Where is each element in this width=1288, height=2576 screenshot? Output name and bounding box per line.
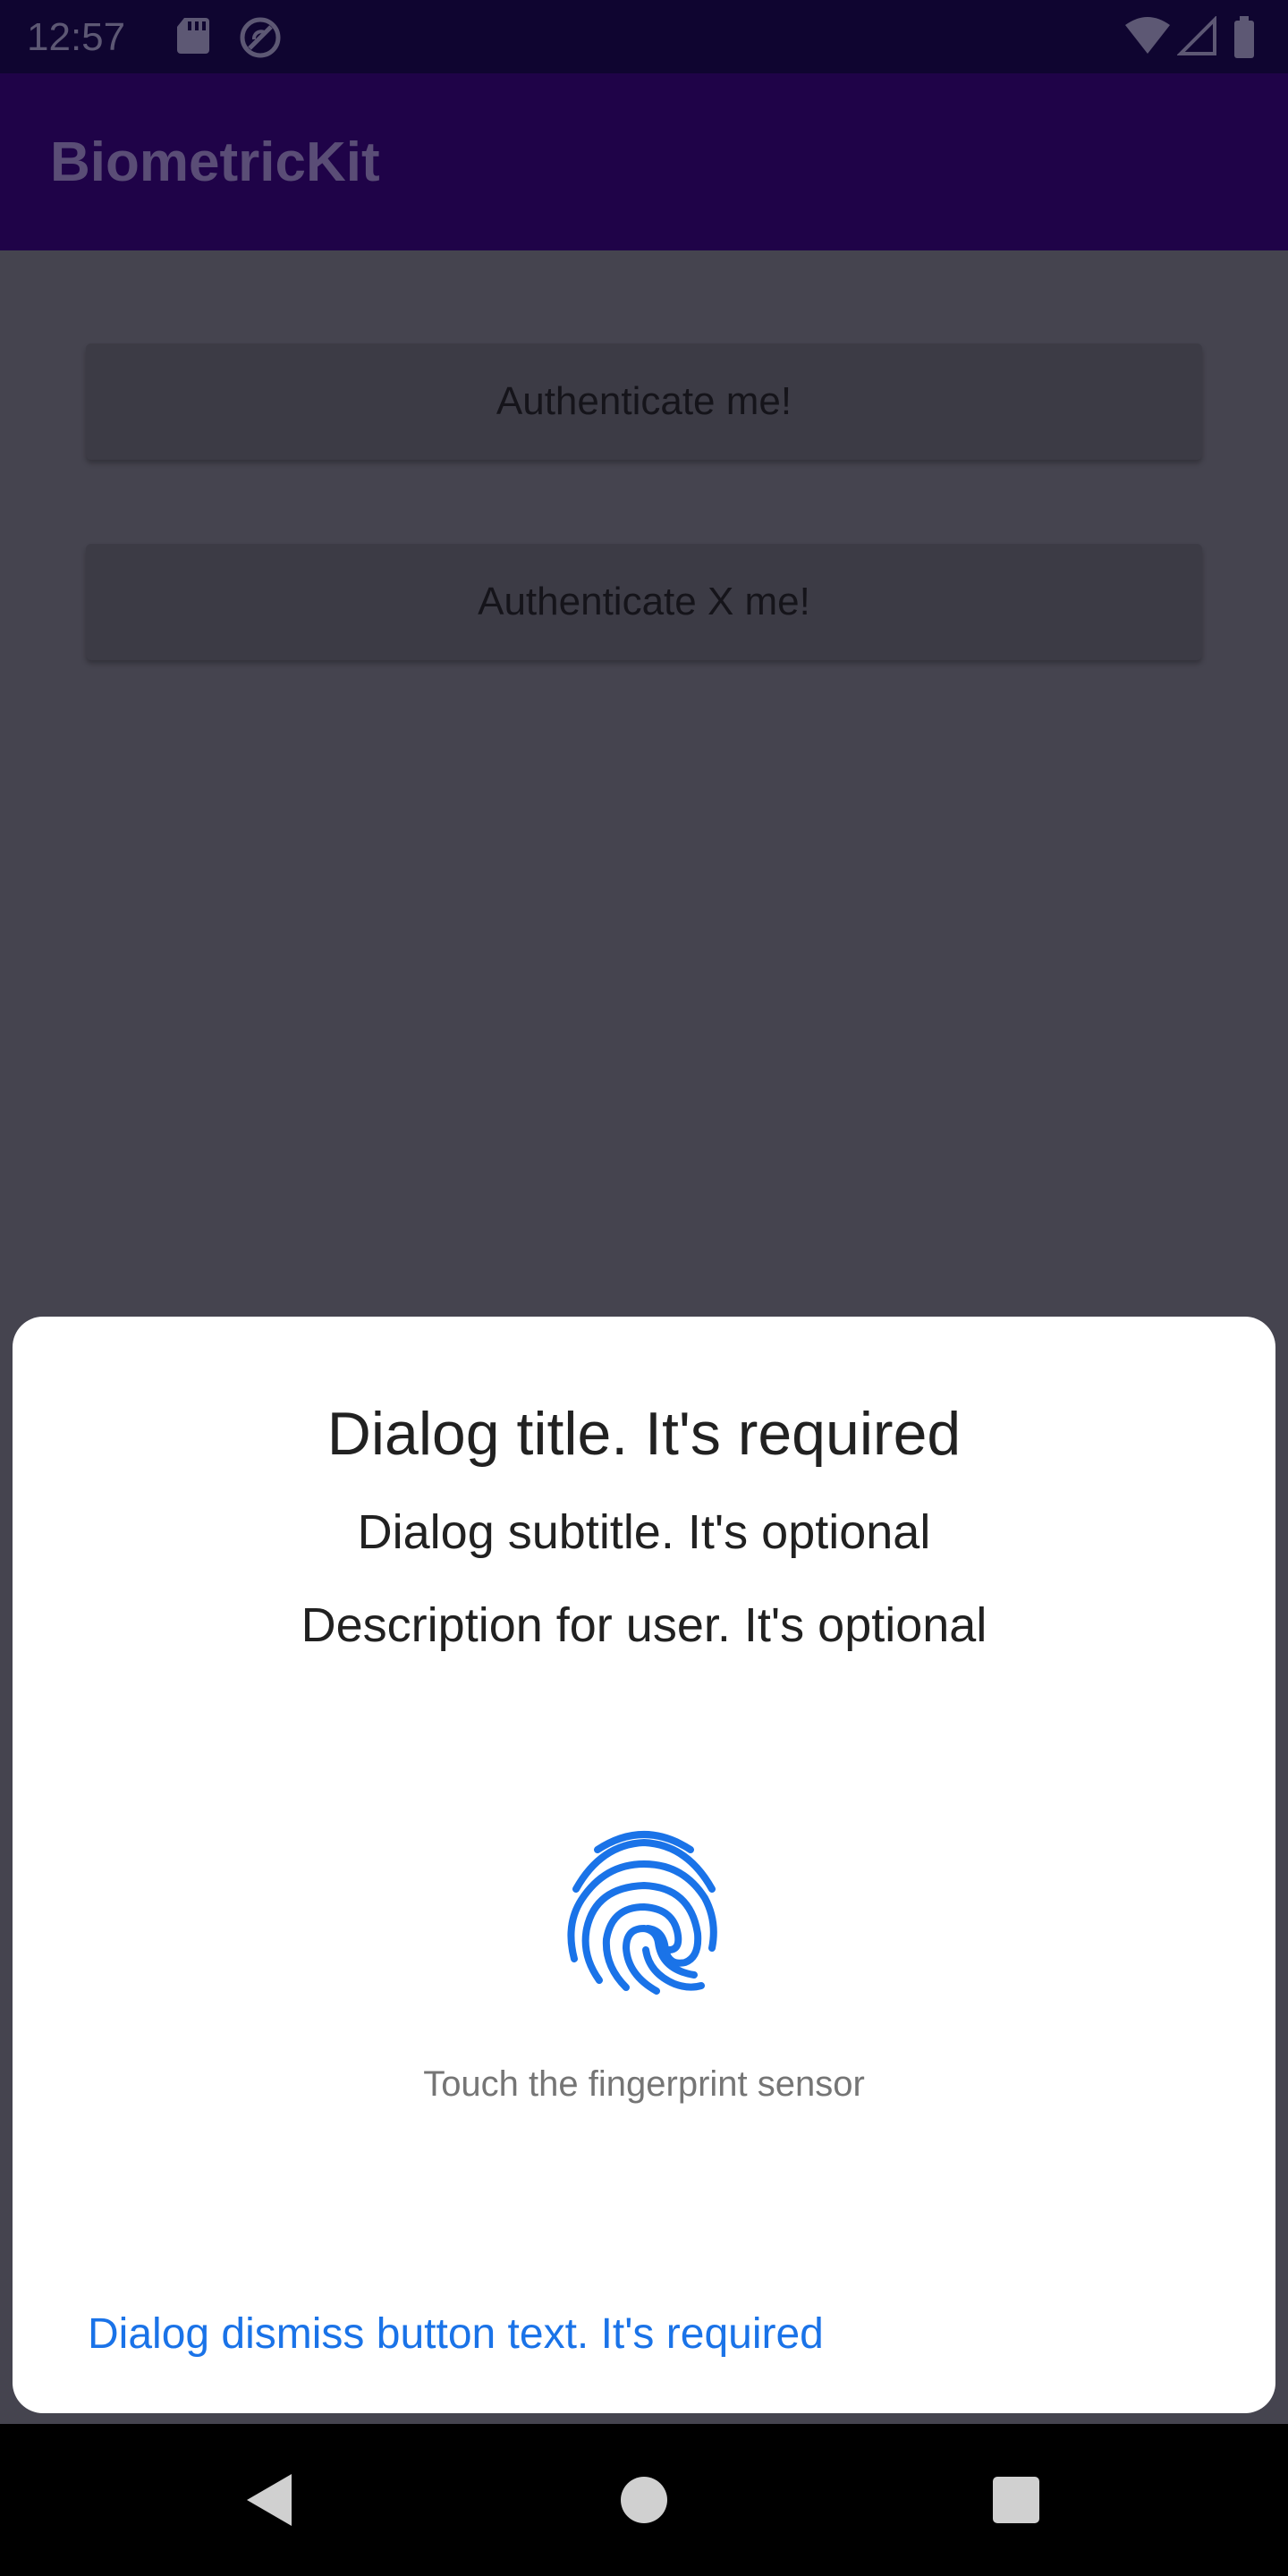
recents-icon[interactable]: [953, 2424, 1079, 2576]
fingerprint-icon: [567, 1831, 717, 1995]
status-bar: 12:57: [0, 0, 1288, 73]
back-icon[interactable]: [208, 2424, 333, 2576]
biometric-dialog: Dialog title. It's required Dialog subti…: [13, 1317, 1275, 2413]
status-time: 12:57: [27, 15, 126, 59]
home-icon[interactable]: [581, 2424, 707, 2576]
dialog-title: Dialog title. It's required: [326, 1400, 962, 1468]
do-not-disturb-icon: [240, 17, 281, 58]
fingerprint-hint: Touch the fingerprint sensor: [423, 2064, 865, 2104]
navigation-bar: [0, 2424, 1288, 2576]
dialog-subtitle: Dialog subtitle. It's optional: [357, 1505, 931, 1559]
wifi-icon: [1125, 17, 1170, 54]
battery-icon: [1234, 16, 1254, 58]
signal-icon: [1177, 16, 1216, 55]
dialog-description: Description for user. It's optional: [301, 1598, 987, 1652]
authenticate-button[interactable]: Authenticate me!: [86, 343, 1202, 460]
sd-card-icon: [177, 18, 209, 54]
app-title: BiometricKit: [50, 131, 380, 193]
authenticate-x-button[interactable]: Authenticate X me!: [86, 544, 1202, 660]
dismiss-button[interactable]: Dialog dismiss button text. It's require…: [88, 2309, 824, 2359]
app-bar: BiometricKit: [0, 73, 1288, 250]
